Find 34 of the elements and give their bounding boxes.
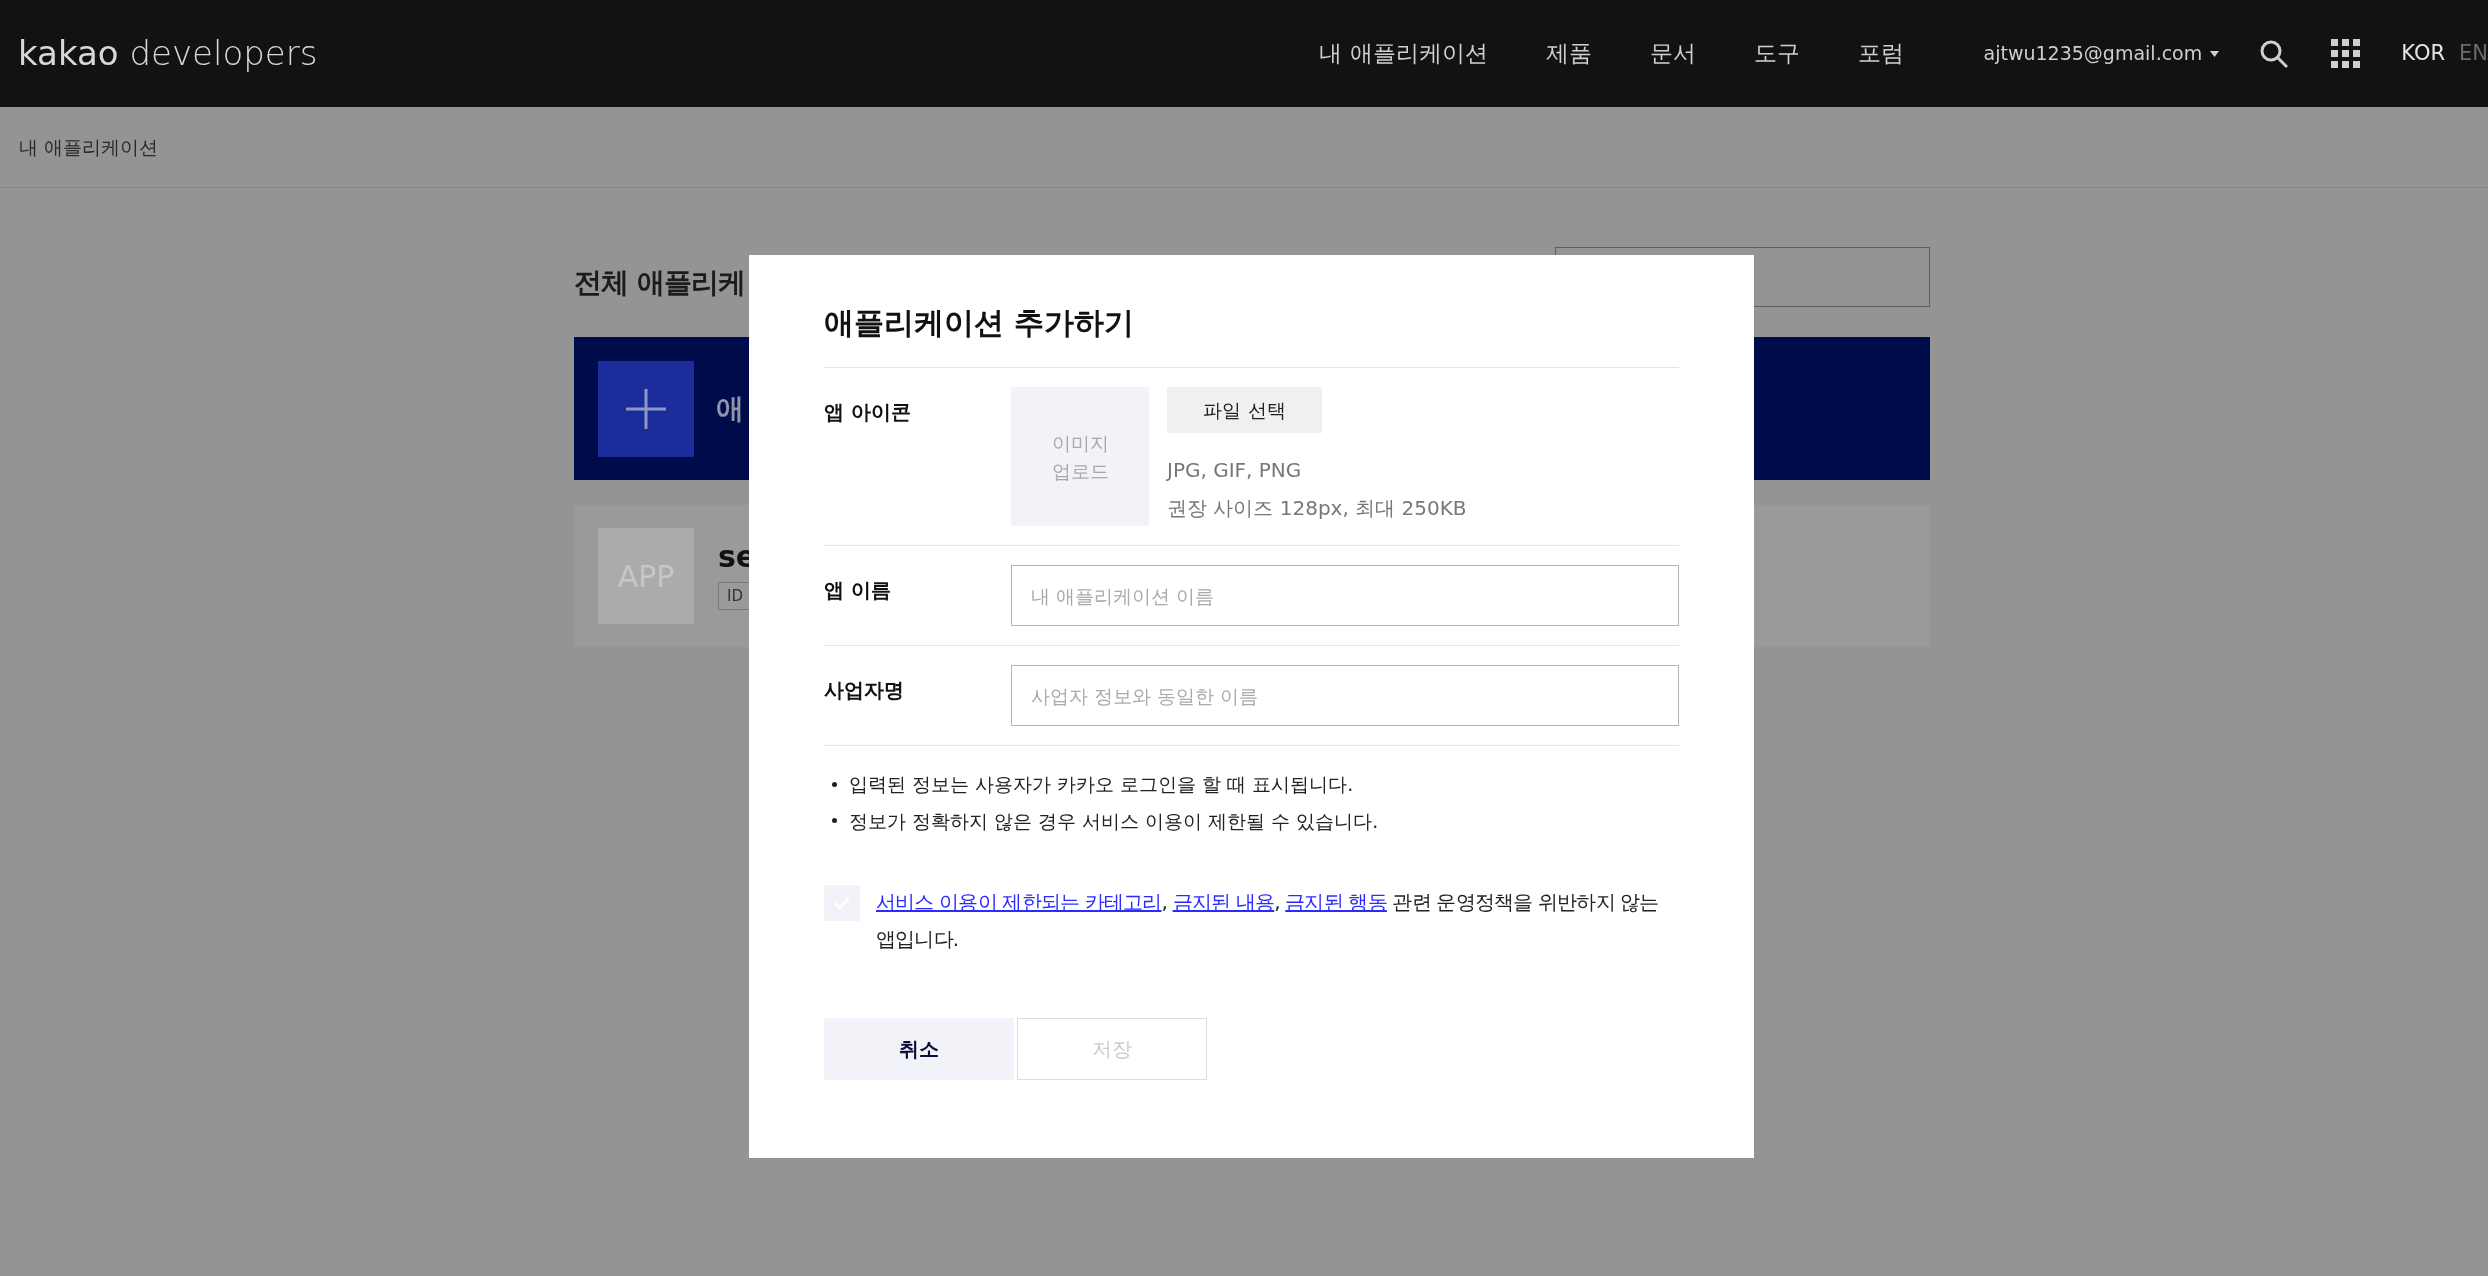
bullet-icon <box>832 781 837 787</box>
account-menu[interactable]: ajtwu1235@gmail.com <box>1983 39 2220 68</box>
field-label: 사업자명 <box>824 677 905 704</box>
page-heading: 전체 애플리케 <box>574 265 745 301</box>
field-label: 앱 아이콘 <box>824 399 912 426</box>
kakao-developers-logo[interactable]: kakao developers <box>18 28 318 79</box>
image-upload-text: 이미지 업로드 <box>1051 430 1109 484</box>
text-input-field[interactable]: 내 애플리케이션 이름 <box>1011 565 1679 626</box>
field-label: 앱 이름 <box>824 577 892 604</box>
search-icon[interactable] <box>2259 38 2290 69</box>
size-hint: 권장 사이즈 128px, 최대 250KB <box>1167 495 1467 522</box>
nav-link[interactable]: 도구 <box>1753 36 1800 71</box>
policy-link[interactable]: 서비스 이용이 제한되는 카테고리 <box>876 890 1162 914</box>
nav-link[interactable]: 문서 <box>1649 36 1696 71</box>
policy-link[interactable]: 금지된 내용 <box>1172 890 1275 914</box>
nav-link[interactable]: 포럼 <box>1857 36 1904 71</box>
language-option[interactable]: KOR <box>2401 37 2445 70</box>
plus-icon <box>626 388 666 429</box>
caret-icon <box>2210 50 2220 57</box>
note-text: 정보가 정확하지 않은 경우 서비스 이용이 제한될 수 있습니다. <box>849 808 1379 834</box>
dialog-title: 애플리케이션 추가하기 <box>824 300 1679 368</box>
breadcrumb-text[interactable]: 내 애플리케이션 <box>19 132 159 162</box>
note-text: 입력된 정보는 사용자가 카카오 로그인을 할 때 표시됩니다. <box>849 772 1354 797</box>
agreement-text: 서비스 이용이 제한되는 카테고리, 금지된 내용, 금지된 행동 관련 운영정책을 위반하지 않는 앱입니다. <box>876 889 1660 953</box>
text-input-field[interactable]: 사업자 정보와 동일한 이름 <box>1011 665 1679 726</box>
bullet-icon <box>832 818 837 824</box>
cancel-button[interactable]: 취소 <box>824 1018 1014 1080</box>
nav-link[interactable]: 내 애플리케이션 <box>1319 36 1488 71</box>
add-card-label: 애 <box>716 390 744 427</box>
format-hint: JPG, GIF, PNG <box>1167 457 1303 484</box>
grid-icon[interactable] <box>2331 38 2362 69</box>
policy-link[interactable]: 금지된 행동 <box>1285 890 1387 914</box>
nav-link[interactable]: 제품 <box>1545 36 1592 71</box>
file-select-button[interactable]: 파일 선택 <box>1167 387 1322 433</box>
